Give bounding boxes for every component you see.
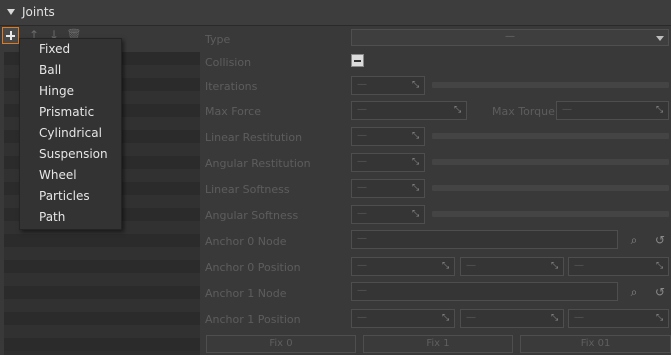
drag-handle-icon[interactable]: ⤡	[656, 262, 665, 271]
iterations-label: Iterations	[205, 80, 258, 93]
collapse-triangle-icon[interactable]	[7, 9, 15, 15]
linear-softness-label: Linear Softness	[205, 183, 290, 196]
collision-label: Collision	[205, 56, 252, 69]
list-row	[4, 247, 200, 260]
type-select[interactable]: —	[351, 29, 669, 46]
max-force-value: —	[357, 104, 367, 115]
menu-item-prismatic[interactable]: Prismatic	[20, 102, 121, 123]
drag-handle-icon[interactable]: ⤡	[454, 106, 463, 115]
anchor1-position-x[interactable]: — ⤡	[351, 309, 455, 328]
joint-type-menu: Fixed Ball Hinge Prismatic Cylindrical S…	[19, 38, 122, 230]
anchor1-node-field[interactable]: —	[351, 282, 618, 301]
search-icon[interactable]: ⌕	[627, 285, 641, 299]
anchor1-y-value: —	[466, 312, 476, 323]
anchor0-x-value: —	[357, 260, 367, 271]
anchor1-x-value: —	[357, 312, 367, 323]
menu-item-cylindrical[interactable]: Cylindrical	[20, 123, 121, 144]
anchor0-y-value: —	[466, 260, 476, 271]
max-force-field[interactable]: — ⤡	[351, 101, 467, 120]
list-row	[4, 299, 200, 312]
menu-item-hinge[interactable]: Hinge	[20, 81, 121, 102]
drag-handle-icon[interactable]: ⤡	[656, 314, 665, 323]
angular-restitution-field[interactable]: — ⤡	[351, 153, 425, 172]
menu-item-particles[interactable]: Particles	[20, 186, 121, 207]
list-row	[4, 286, 200, 299]
drag-handle-icon[interactable]: ⤡	[412, 81, 421, 90]
linear-restitution-slider[interactable]	[432, 133, 669, 139]
angular-softness-value: —	[357, 208, 367, 219]
plus-icon[interactable]	[2, 27, 19, 44]
anchor1-position-z[interactable]: — ⤡	[568, 309, 669, 328]
iterations-slider[interactable]	[432, 82, 669, 88]
angular-restitution-label: Angular Restitution	[205, 157, 311, 170]
reset-icon[interactable]: ↺	[653, 285, 667, 299]
max-torque-value: —	[562, 104, 572, 115]
menu-item-fixed[interactable]: Fixed	[20, 39, 121, 60]
drag-handle-icon[interactable]: ⤡	[551, 262, 560, 271]
reset-icon[interactable]: ↺	[653, 233, 667, 247]
type-select-value: —	[505, 31, 515, 42]
anchor1-position-y[interactable]: — ⤡	[460, 309, 564, 328]
anchor1-node-value: —	[357, 285, 367, 296]
max-force-label: Max Force	[205, 105, 261, 118]
anchor0-position-y[interactable]: — ⤡	[460, 257, 564, 276]
drag-handle-icon[interactable]: ⤡	[656, 106, 665, 115]
list-row	[4, 312, 200, 325]
list-row	[4, 234, 200, 247]
list-row	[4, 260, 200, 273]
drag-handle-icon[interactable]: ⤡	[412, 158, 421, 167]
drag-handle-icon[interactable]: ⤡	[412, 184, 421, 193]
anchor1-position-label: Anchor 1 Position	[205, 313, 301, 326]
type-label: Type	[205, 33, 231, 46]
linear-softness-field[interactable]: — ⤡	[351, 179, 425, 198]
linear-softness-value: —	[357, 182, 367, 193]
anchor1-node-label: Anchor 1 Node	[205, 287, 287, 300]
menu-item-suspension[interactable]: Suspension	[20, 144, 121, 165]
linear-restitution-label: Linear Restitution	[205, 131, 303, 144]
angular-softness-label: Angular Softness	[205, 209, 299, 222]
drag-handle-icon[interactable]: ⤡	[442, 314, 451, 323]
menu-item-path[interactable]: Path	[20, 207, 121, 228]
iterations-field[interactable]: — ⤡	[351, 76, 425, 95]
list-row	[4, 325, 200, 338]
anchor0-z-value: —	[574, 260, 584, 271]
fix01-button[interactable]: Fix 01	[520, 335, 671, 353]
anchor0-position-x[interactable]: — ⤡	[351, 257, 455, 276]
joints-section-header[interactable]: Joints	[0, 0, 671, 26]
linear-restitution-field[interactable]: — ⤡	[351, 127, 425, 146]
section-title: Joints	[22, 5, 55, 19]
collision-checkbox[interactable]	[351, 54, 364, 67]
iterations-value: —	[357, 79, 367, 90]
anchor1-z-value: —	[574, 312, 584, 323]
list-row	[4, 273, 200, 286]
anchor0-position-z[interactable]: — ⤡	[568, 257, 669, 276]
linear-softness-slider[interactable]	[432, 185, 669, 191]
angular-softness-slider[interactable]	[432, 211, 669, 217]
max-torque-label: Max Torque	[492, 105, 555, 118]
anchor0-node-field[interactable]: —	[351, 230, 618, 249]
menu-item-wheel[interactable]: Wheel	[20, 165, 121, 186]
search-icon[interactable]: ⌕	[627, 233, 641, 247]
anchor0-position-label: Anchor 0 Position	[205, 261, 301, 274]
anchor0-node-value: —	[357, 233, 367, 244]
linear-restitution-value: —	[357, 130, 367, 141]
angular-restitution-value: —	[357, 156, 367, 167]
max-torque-field[interactable]: — ⤡	[556, 101, 669, 120]
checkbox-mark	[354, 60, 361, 62]
chevron-down-icon	[656, 36, 664, 41]
drag-handle-icon[interactable]: ⤡	[551, 314, 560, 323]
fix0-button[interactable]: Fix 0	[206, 335, 356, 353]
drag-handle-icon[interactable]: ⤡	[442, 262, 451, 271]
menu-item-ball[interactable]: Ball	[20, 60, 121, 81]
list-row	[4, 338, 200, 351]
angular-restitution-slider[interactable]	[432, 159, 669, 165]
drag-handle-icon[interactable]: ⤡	[412, 132, 421, 141]
angular-softness-field[interactable]: — ⤡	[351, 205, 425, 224]
fix1-button[interactable]: Fix 1	[363, 335, 513, 353]
anchor0-node-label: Anchor 0 Node	[205, 235, 287, 248]
drag-handle-icon[interactable]: ⤡	[412, 210, 421, 219]
